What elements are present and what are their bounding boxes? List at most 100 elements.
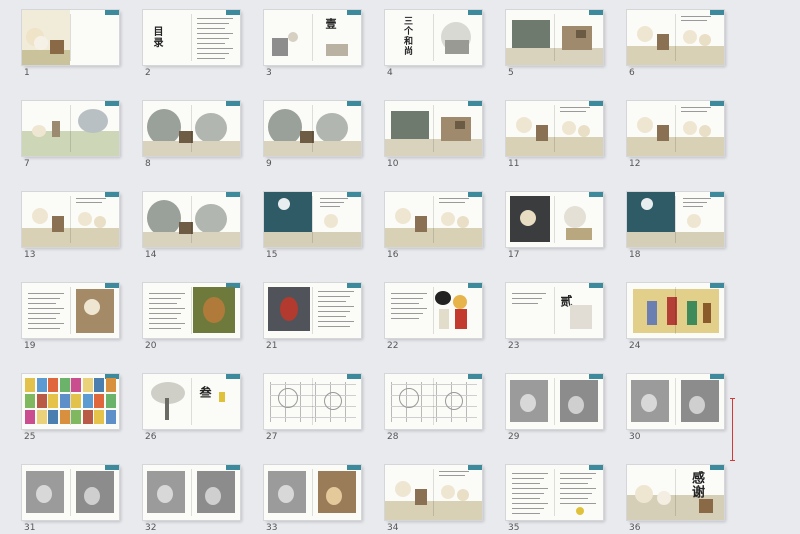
page-preview[interactable] — [143, 101, 240, 156]
page-thumbnail[interactable]: 壹3 — [264, 10, 361, 79]
page-thumbnail[interactable]: 29 — [506, 374, 603, 443]
page-number: 2 — [145, 68, 151, 78]
page-preview[interactable] — [143, 465, 240, 520]
page-thumbnail[interactable]: 24 — [627, 283, 724, 352]
page-preview[interactable] — [506, 465, 603, 520]
page-preview[interactable] — [506, 192, 603, 247]
page-preview[interactable] — [627, 192, 724, 247]
page-thumbnail[interactable]: 7 — [22, 101, 119, 170]
text-line — [512, 293, 546, 294]
text-line — [76, 198, 106, 199]
page-preview[interactable] — [385, 192, 482, 247]
page-thumbnail[interactable]: 31 — [22, 465, 119, 534]
page-preview[interactable]: 壹 — [264, 10, 361, 65]
page-thumbnail[interactable]: 20 — [143, 283, 240, 352]
page-preview[interactable]: 叁 — [143, 374, 240, 429]
page-preview[interactable] — [385, 374, 482, 429]
page-corner-tab — [468, 465, 482, 470]
page-preview[interactable] — [627, 283, 724, 338]
page-preview[interactable] — [385, 465, 482, 520]
page-thumbnail[interactable]: 22 — [385, 283, 482, 352]
page-preview[interactable] — [22, 283, 119, 338]
illustration-shape — [641, 394, 657, 412]
page-thumbnail[interactable]: 8 — [143, 101, 240, 170]
page-spread-fold — [191, 287, 192, 334]
page-preview[interactable] — [22, 101, 119, 156]
page-spread-fold — [70, 14, 71, 61]
page-thumbnail[interactable]: 14 — [143, 192, 240, 261]
illustration-block — [48, 410, 58, 424]
text-line — [512, 303, 538, 304]
page-preview[interactable] — [264, 283, 361, 338]
page-number: 8 — [145, 159, 151, 169]
page-thumbnail[interactable]: 25 — [22, 374, 119, 443]
page-number: 17 — [508, 250, 520, 260]
page-thumbnail[interactable]: 33 — [264, 465, 361, 534]
illustration-block — [300, 382, 301, 422]
page-number: 24 — [629, 341, 641, 351]
text-line — [391, 308, 427, 309]
page-preview[interactable]: 三个和尚 — [385, 10, 482, 65]
page-preview[interactable]: 感谢 — [627, 465, 724, 520]
text-line — [560, 111, 586, 112]
page-thumbnail[interactable]: 17 — [506, 192, 603, 261]
page-thumbnail[interactable]: 16 — [385, 192, 482, 261]
page-spread-fold — [312, 105, 313, 152]
page-thumbnail[interactable]: 30 — [627, 374, 724, 443]
illustration-block — [52, 216, 64, 232]
page-preview[interactable] — [264, 465, 361, 520]
page-preview[interactable] — [627, 374, 724, 429]
page-thumbnail[interactable]: 叁 26 — [143, 374, 240, 443]
page-preview[interactable] — [506, 10, 603, 65]
page-thumbnail[interactable]: 贰 23 — [506, 283, 603, 352]
page-preview[interactable] — [506, 374, 603, 429]
page-thumbnail[interactable]: 10 — [385, 101, 482, 170]
page-thumbnail[interactable]: 12 — [627, 101, 724, 170]
page-thumbnail[interactable]: 1 — [22, 10, 119, 79]
page-preview[interactable] — [264, 192, 361, 247]
page-preview[interactable]: 目录 — [143, 10, 240, 65]
page-thumbnail[interactable]: 32 — [143, 465, 240, 534]
page-thumbnail[interactable]: 28 — [385, 374, 482, 443]
text-line — [28, 293, 64, 294]
page-thumbnail[interactable]: 35 — [506, 465, 603, 534]
page-spread-fold — [554, 287, 555, 334]
page-thumbnail[interactable]: 11 — [506, 101, 603, 170]
text-line — [28, 303, 56, 304]
page-preview[interactable] — [627, 10, 724, 65]
page-thumbnail[interactable]: 21 — [264, 283, 361, 352]
page-preview[interactable] — [22, 374, 119, 429]
page-preview[interactable]: 贰 — [506, 283, 603, 338]
page-preview[interactable] — [22, 192, 119, 247]
page-thumbnail[interactable]: 目录 2 — [143, 10, 240, 79]
page-thumbnail[interactable]: 三个和尚 4 — [385, 10, 482, 79]
page-preview[interactable] — [22, 10, 119, 65]
illustration-block — [25, 394, 35, 408]
page-thumbnail[interactable]: 27 — [264, 374, 361, 443]
page-preview[interactable] — [143, 192, 240, 247]
page-preview[interactable] — [627, 101, 724, 156]
page-preview[interactable] — [506, 101, 603, 156]
page-preview[interactable] — [385, 283, 482, 338]
page-thumbnail[interactable]: 感谢 36 — [627, 465, 724, 534]
page-thumbnail[interactable]: 18 — [627, 192, 724, 261]
page-spread-fold — [70, 287, 71, 334]
illustration-block — [82, 410, 93, 424]
illustration-block — [326, 44, 348, 56]
page-preview[interactable] — [22, 465, 119, 520]
page-preview[interactable] — [264, 101, 361, 156]
page-thumbnail[interactable]: 15 — [264, 192, 361, 261]
page-thumbnail[interactable]: 5 — [506, 10, 603, 79]
page-thumbnail[interactable]: 9 — [264, 101, 361, 170]
page-preview[interactable] — [264, 374, 361, 429]
page-preview[interactable] — [385, 101, 482, 156]
illustration-block — [219, 392, 225, 402]
page-preview[interactable] — [143, 283, 240, 338]
illustration-block — [36, 378, 47, 392]
page-thumbnail[interactable]: 13 — [22, 192, 119, 261]
page-thumbnail-grid: 1 目录 2 壹 3 三个和尚 4 5 6 7 8 9 10 11 12 13 14 15 16 17 18 19 20 21… — [22, 10, 724, 534]
page-thumbnail[interactable]: 34 — [385, 465, 482, 534]
page-thumbnail[interactable]: 19 — [22, 283, 119, 352]
page-thumbnail[interactable]: 6 — [627, 10, 724, 79]
page-spread-fold — [312, 14, 313, 61]
